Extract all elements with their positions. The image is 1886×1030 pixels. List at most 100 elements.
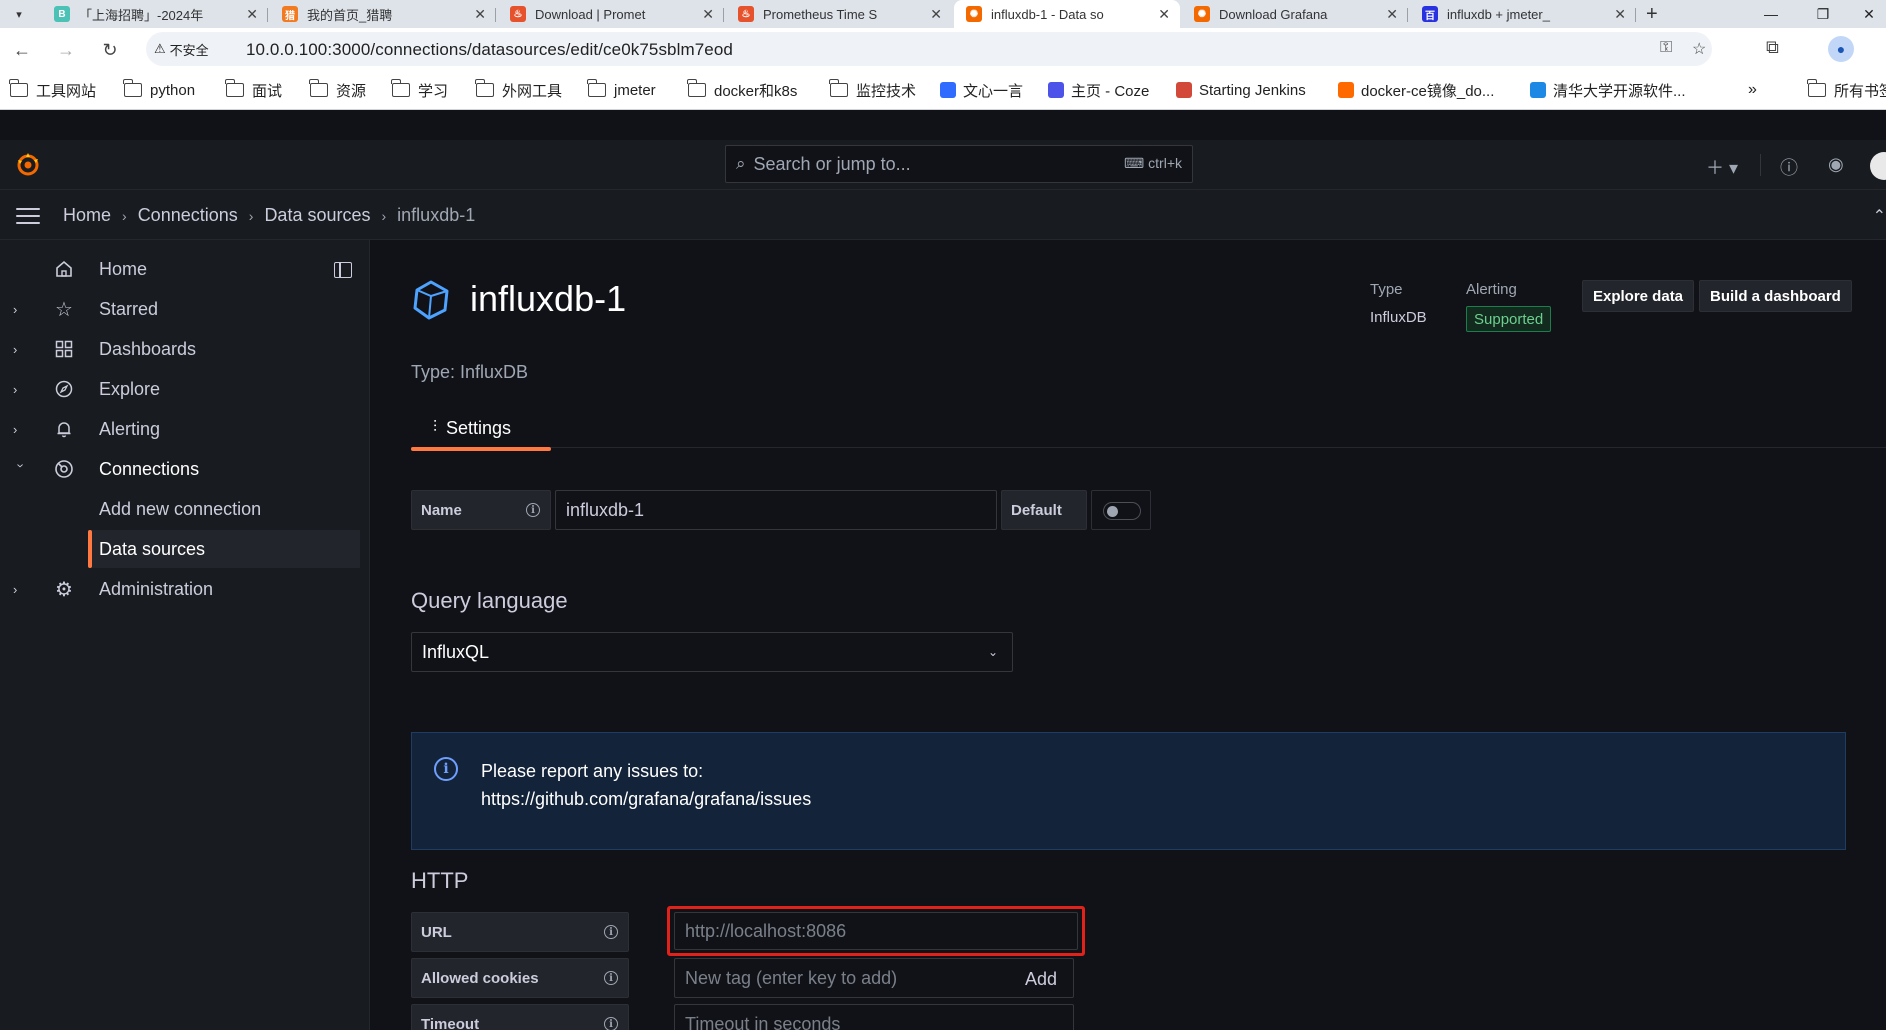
bookmark-item[interactable]: docker和k8s xyxy=(687,79,797,100)
tab-favicon-icon: 猎 xyxy=(282,6,298,22)
browser-tab[interactable]: ✺ influxdb-1 - Data so ✕ xyxy=(954,0,1180,28)
menu-toggle-icon[interactable] xyxy=(16,208,40,224)
bookmark-item[interactable]: python xyxy=(123,79,195,99)
folder-icon xyxy=(123,79,142,97)
site-favicon-icon xyxy=(940,82,956,98)
sidebar-item-explore[interactable]: › Explore xyxy=(0,370,360,408)
help-icon[interactable]: ⓘ xyxy=(1780,154,1798,180)
info-icon[interactable]: i xyxy=(604,1017,618,1030)
back-icon[interactable]: ← xyxy=(8,36,36,64)
explore-data-button[interactable]: Explore data xyxy=(1582,280,1695,312)
default-toggle[interactable] xyxy=(1091,490,1151,530)
bookmark-item[interactable]: 所有书签 xyxy=(1807,79,1886,100)
close-tab-icon[interactable]: ✕ xyxy=(1386,6,1398,23)
info-icon[interactable]: i xyxy=(526,503,540,517)
tab-settings[interactable]: ⫶ Settings xyxy=(411,408,551,451)
minimize-icon[interactable]: — xyxy=(1748,0,1794,28)
bookmark-item[interactable]: 主页 - Coze xyxy=(1048,81,1149,100)
info-icon[interactable]: i xyxy=(604,971,618,985)
build-dashboard-button[interactable]: Build a dashboard xyxy=(1699,280,1852,312)
chevron-right-icon[interactable]: › xyxy=(13,302,25,317)
allowed-cookies-input[interactable]: New tag (enter key to add) Add xyxy=(674,958,1074,998)
bookmark-item[interactable]: 工具网站 xyxy=(9,79,96,100)
browser-tab[interactable]: ✺ Download Grafana ✕ xyxy=(1182,0,1408,28)
tab-separator xyxy=(495,8,496,22)
timeout-input[interactable]: Timeout in seconds xyxy=(674,1004,1074,1030)
browser-tab[interactable]: B 「上海招聘」-2024年 ✕ xyxy=(42,0,268,28)
search-shortcut: ⌨ ctrl+k xyxy=(1124,155,1182,171)
tab-search-chevron-icon[interactable]: ▾ xyxy=(8,4,30,24)
close-tab-icon[interactable]: ✕ xyxy=(702,6,714,23)
close-tab-icon[interactable]: ✕ xyxy=(930,6,942,23)
name-input[interactable]: influxdb-1 xyxy=(555,490,997,530)
search-bar[interactable]: ⌕ Search or jump to... ⌨ ctrl+k xyxy=(725,145,1193,183)
bookmark-item[interactable]: 清华大学开源软件... xyxy=(1530,81,1686,100)
sidebar-item-alerting[interactable]: › Alerting xyxy=(0,410,360,448)
url-text[interactable]: 10.0.0.100:3000/connections/datasources/… xyxy=(246,40,733,60)
query-language-select[interactable]: InfluxQL ⌄ xyxy=(411,632,1013,672)
close-tab-icon[interactable]: ✕ xyxy=(1614,6,1626,23)
sidebar-item-dashboards[interactable]: › Dashboards xyxy=(0,330,360,368)
close-tab-icon[interactable]: ✕ xyxy=(246,6,258,23)
restore-icon[interactable]: ❐ xyxy=(1800,0,1846,28)
close-tab-icon[interactable]: ✕ xyxy=(474,6,486,23)
bookmark-item[interactable]: 学习 xyxy=(391,79,448,100)
browser-tab[interactable]: 猎我的首页_猎聘 ✕ xyxy=(270,0,496,28)
bookmark-item[interactable]: Starting Jenkins xyxy=(1176,81,1306,99)
profile-avatar-icon[interactable]: ● xyxy=(1828,36,1854,62)
bookmark-item[interactable]: jmeter xyxy=(587,79,656,99)
tab-favicon-icon: B xyxy=(54,6,70,22)
meta-type-value: InfluxDB xyxy=(1370,309,1427,326)
chevron-right-icon[interactable]: › xyxy=(13,382,25,397)
sidebar-item-label: Administration xyxy=(99,578,214,599)
more-bookmarks-icon[interactable]: » xyxy=(1748,81,1757,99)
password-key-icon[interactable]: ⚿ xyxy=(1660,39,1672,57)
sidebar-item-add-new-connection[interactable]: Add new connection xyxy=(88,490,360,528)
user-avatar[interactable] xyxy=(1870,152,1886,180)
tab-separator xyxy=(1635,8,1636,22)
breadcrumb-data-sources[interactable]: Data sources xyxy=(264,205,370,226)
close-window-icon[interactable]: ✕ xyxy=(1846,0,1886,28)
sidebar-item-home[interactable]: Home xyxy=(0,250,360,288)
browser-tab[interactable]: ♨ Download | Promet ✕ xyxy=(498,0,724,28)
folder-icon xyxy=(587,79,606,97)
add-new-icon[interactable]: ＋ ▾ xyxy=(1706,154,1738,180)
sidebar-item-connections[interactable]: › Connections xyxy=(0,450,360,488)
sidebar-item-label: Starred xyxy=(99,298,159,319)
forward-icon[interactable]: → xyxy=(52,36,80,64)
chevron-right-icon[interactable]: › xyxy=(13,422,25,437)
bookmark-item[interactable]: 监控技术 xyxy=(829,79,916,100)
sidebar-item-starred[interactable]: › ☆ Starred xyxy=(0,290,360,328)
breadcrumb-home[interactable]: Home xyxy=(63,205,111,226)
chevron-up-icon[interactable]: ⌃ xyxy=(1873,206,1886,226)
breadcrumb-connections[interactable]: Connections xyxy=(138,205,238,226)
bookmark-item[interactable]: 资源 xyxy=(309,79,366,100)
grafana-logo-icon[interactable] xyxy=(14,151,42,179)
extensions-icon[interactable]: ⧉ xyxy=(1766,37,1779,58)
address-bar[interactable]: ⚠ 不安全 10.0.0.100:3000/connections/dataso… xyxy=(146,32,1712,66)
chevron-down-icon[interactable]: › xyxy=(14,463,29,475)
add-cookie-button[interactable]: Add xyxy=(1025,969,1057,990)
bookmark-item[interactable]: 外网工具 xyxy=(475,79,562,100)
breadcrumb-separator-icon: › xyxy=(122,207,127,224)
security-indicator[interactable]: ⚠ 不安全 xyxy=(154,38,209,60)
sidebar-item-data-sources[interactable]: Data sources xyxy=(88,530,360,568)
browser-tab[interactable]: 百 influxdb + jmeter_ ✕ xyxy=(1410,0,1636,28)
bookmark-star-icon[interactable]: ☆ xyxy=(1692,39,1706,59)
alert-link[interactable]: https://github.com/grafana/grafana/issue… xyxy=(481,785,811,813)
new-tab-button[interactable]: + xyxy=(1646,0,1658,28)
bookmark-item[interactable]: 文心一言 xyxy=(940,81,1023,100)
close-tab-icon[interactable]: ✕ xyxy=(1158,6,1170,23)
chevron-right-icon[interactable]: › xyxy=(13,582,25,597)
reload-icon[interactable]: ↻ xyxy=(96,36,124,64)
browser-tab[interactable]: ♨ Prometheus Time S ✕ xyxy=(726,0,952,28)
sidebar-nav: Home › ☆ Starred › Dashboards › Explore … xyxy=(0,240,370,1030)
news-feed-icon[interactable]: ◉ xyxy=(1828,154,1844,175)
tab-title: Prometheus Time S xyxy=(763,6,878,22)
sidebar-item-administration[interactable]: › ⚙ Administration xyxy=(0,570,360,608)
folder-icon xyxy=(1807,79,1826,97)
bookmark-item[interactable]: docker-ce镜像_do... xyxy=(1338,81,1494,100)
bookmark-item[interactable]: 面试 xyxy=(225,79,282,100)
info-icon[interactable]: i xyxy=(604,925,618,939)
chevron-right-icon[interactable]: › xyxy=(13,342,25,357)
